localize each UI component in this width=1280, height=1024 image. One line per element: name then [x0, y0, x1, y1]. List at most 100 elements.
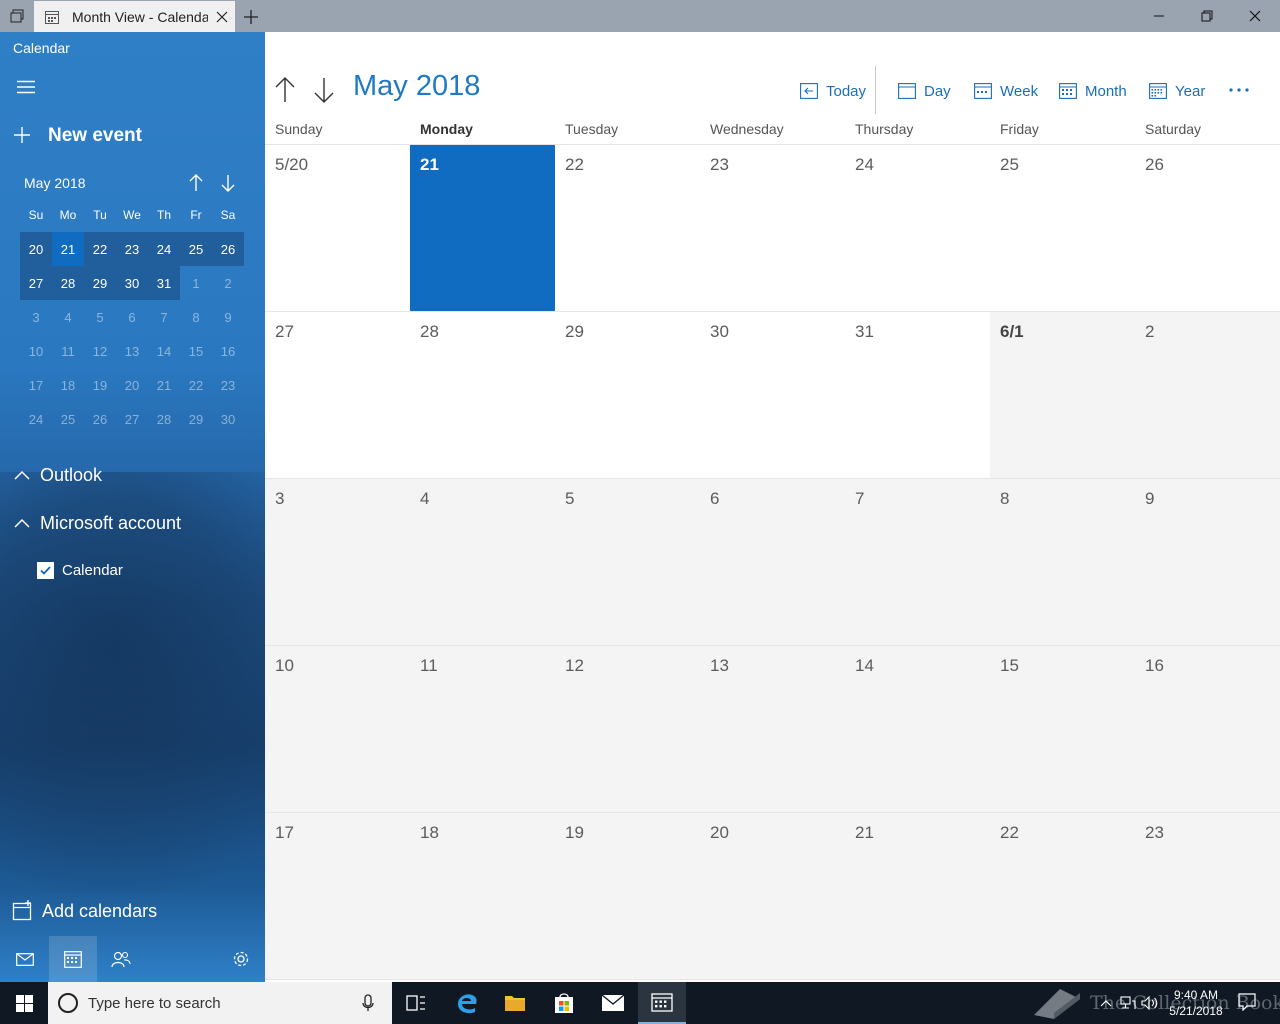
mini-calendar-day[interactable]: 28 — [52, 266, 84, 300]
mini-calendar-day[interactable]: 23 — [212, 368, 244, 402]
mini-calendar-day[interactable]: 10 — [20, 334, 52, 368]
tab-switcher-icon[interactable] — [0, 0, 34, 32]
new-event-button[interactable]: New event — [14, 122, 142, 150]
mini-calendar-day[interactable]: 25 — [180, 232, 212, 266]
mini-calendar-day[interactable]: 27 — [116, 402, 148, 436]
calendar-day-cell[interactable]: 6/1 — [990, 312, 1135, 478]
day-view-button[interactable]: Day — [897, 78, 951, 104]
close-tab-icon[interactable] — [214, 9, 230, 25]
mini-calendar-day[interactable]: 24 — [20, 402, 52, 436]
calendar-checkbox-item[interactable]: Calendar — [37, 560, 123, 580]
mini-calendar-day[interactable]: 26 — [84, 402, 116, 436]
network-icon[interactable] — [1117, 992, 1139, 1014]
calendar-app-icon[interactable] — [638, 982, 686, 1024]
mini-calendar-day[interactable]: 20 — [116, 368, 148, 402]
mini-calendar-day[interactable]: 12 — [84, 334, 116, 368]
mini-calendar-day[interactable]: 6 — [116, 300, 148, 334]
mini-calendar-day[interactable]: 3 — [20, 300, 52, 334]
new-tab-button[interactable] — [240, 6, 262, 28]
calendar-day-cell[interactable]: 25 — [990, 145, 1135, 311]
calendar-day-cell[interactable]: 15 — [990, 646, 1135, 812]
add-calendars-button[interactable]: Add calendars — [12, 898, 157, 924]
calendar-day-cell[interactable]: 28 — [410, 312, 555, 478]
mini-calendar-day[interactable]: 22 — [180, 368, 212, 402]
calendar-day-cell[interactable]: 17 — [265, 813, 410, 979]
month-title[interactable]: May 2018 — [353, 70, 480, 103]
mini-calendar-day[interactable]: 21 — [148, 368, 180, 402]
more-options-icon[interactable] — [1225, 78, 1253, 102]
taskbar-search-box[interactable]: Type here to search — [48, 982, 392, 1024]
mini-calendar-day[interactable]: 22 — [84, 232, 116, 266]
calendar-day-cell[interactable]: 18 — [410, 813, 555, 979]
mini-calendar-day[interactable]: 15 — [180, 334, 212, 368]
minimize-button[interactable] — [1136, 0, 1182, 32]
calendar-day-cell[interactable]: 2 — [1135, 312, 1280, 478]
mini-calendar-day[interactable]: 2 — [212, 266, 244, 300]
calendar-day-cell[interactable]: 5 — [555, 479, 700, 645]
calendar-day-cell[interactable]: 16 — [1135, 646, 1280, 812]
calendar-day-cell[interactable]: 14 — [845, 646, 990, 812]
mini-calendar-day[interactable]: 20 — [20, 232, 52, 266]
mini-calendar-day[interactable]: 1 — [180, 266, 212, 300]
mini-calendar-day[interactable]: 14 — [148, 334, 180, 368]
calendar-day-cell[interactable]: 23 — [1135, 813, 1280, 979]
calendar-day-cell[interactable]: 23 — [700, 145, 845, 311]
calendar-day-cell[interactable]: 4 — [410, 479, 555, 645]
calendar-day-cell[interactable]: 5/20 — [265, 145, 410, 311]
settings-gear-icon[interactable] — [217, 936, 265, 982]
mail-app-icon[interactable] — [589, 982, 637, 1024]
account-microsoft[interactable]: Microsoft account — [14, 510, 181, 536]
mini-calendar-day[interactable]: 31 — [148, 266, 180, 300]
mini-calendar-day[interactable]: 8 — [180, 300, 212, 334]
windows-start-icon[interactable] — [0, 982, 48, 1024]
browser-tab[interactable]: Month View - Calendar — [34, 1, 235, 32]
year-view-button[interactable]: Year — [1148, 78, 1205, 104]
mail-icon[interactable] — [1, 936, 49, 982]
week-view-button[interactable]: Week — [973, 78, 1038, 104]
calendar-day-cell[interactable]: 22 — [555, 145, 700, 311]
mini-calendar-day[interactable]: 7 — [148, 300, 180, 334]
mini-calendar-day[interactable]: 25 — [52, 402, 84, 436]
arrow-down-icon[interactable] — [218, 172, 238, 194]
restore-button[interactable] — [1184, 0, 1230, 32]
volume-icon[interactable] — [1139, 992, 1161, 1014]
calendar-day-cell[interactable]: 8 — [990, 479, 1135, 645]
mini-calendar-day[interactable]: 21 — [52, 232, 84, 266]
close-window-button[interactable] — [1232, 0, 1278, 32]
mini-calendar-day[interactable]: 19 — [84, 368, 116, 402]
mini-calendar-day[interactable]: 27 — [20, 266, 52, 300]
mini-calendar-day[interactable]: 17 — [20, 368, 52, 402]
file-explorer-icon[interactable] — [491, 982, 539, 1024]
mini-calendar-day[interactable]: 30 — [116, 266, 148, 300]
calendar-day-cell[interactable]: 24 — [845, 145, 990, 311]
people-icon[interactable] — [97, 936, 145, 982]
calendar-day-cell[interactable]: 21 — [410, 145, 555, 311]
mini-calendar-title[interactable]: May 2018 — [24, 175, 85, 191]
calendar-day-cell[interactable]: 11 — [410, 646, 555, 812]
mini-calendar-day[interactable]: 4 — [52, 300, 84, 334]
hamburger-menu-icon[interactable] — [14, 76, 38, 98]
month-view-button[interactable]: Month — [1058, 78, 1127, 104]
mini-calendar-day[interactable]: 23 — [116, 232, 148, 266]
chevron-up-tray-icon[interactable] — [1095, 992, 1117, 1014]
mini-calendar-day[interactable]: 29 — [84, 266, 116, 300]
mini-calendar-day[interactable]: 28 — [148, 402, 180, 436]
calendar-day-cell[interactable]: 12 — [555, 646, 700, 812]
today-button[interactable]: Today — [799, 78, 866, 104]
calendar-nav-icon[interactable] — [49, 936, 97, 982]
calendar-day-cell[interactable]: 3 — [265, 479, 410, 645]
calendar-day-cell[interactable]: 31 — [845, 312, 990, 478]
calendar-day-cell[interactable]: 20 — [700, 813, 845, 979]
mini-calendar-day[interactable]: 11 — [52, 334, 84, 368]
taskbar-clock[interactable]: 9:40 AM 5/21/2018 — [1160, 987, 1232, 1019]
task-view-icon[interactable] — [392, 982, 440, 1024]
calendar-day-cell[interactable]: 27 — [265, 312, 410, 478]
mini-calendar-day[interactable]: 24 — [148, 232, 180, 266]
next-month-icon[interactable] — [312, 76, 336, 104]
mini-calendar-day[interactable]: 29 — [180, 402, 212, 436]
mini-calendar-day[interactable]: 18 — [52, 368, 84, 402]
calendar-day-cell[interactable]: 10 — [265, 646, 410, 812]
calendar-day-cell[interactable]: 19 — [555, 813, 700, 979]
account-outlook[interactable]: Outlook — [14, 462, 102, 488]
previous-month-icon[interactable] — [273, 76, 297, 104]
